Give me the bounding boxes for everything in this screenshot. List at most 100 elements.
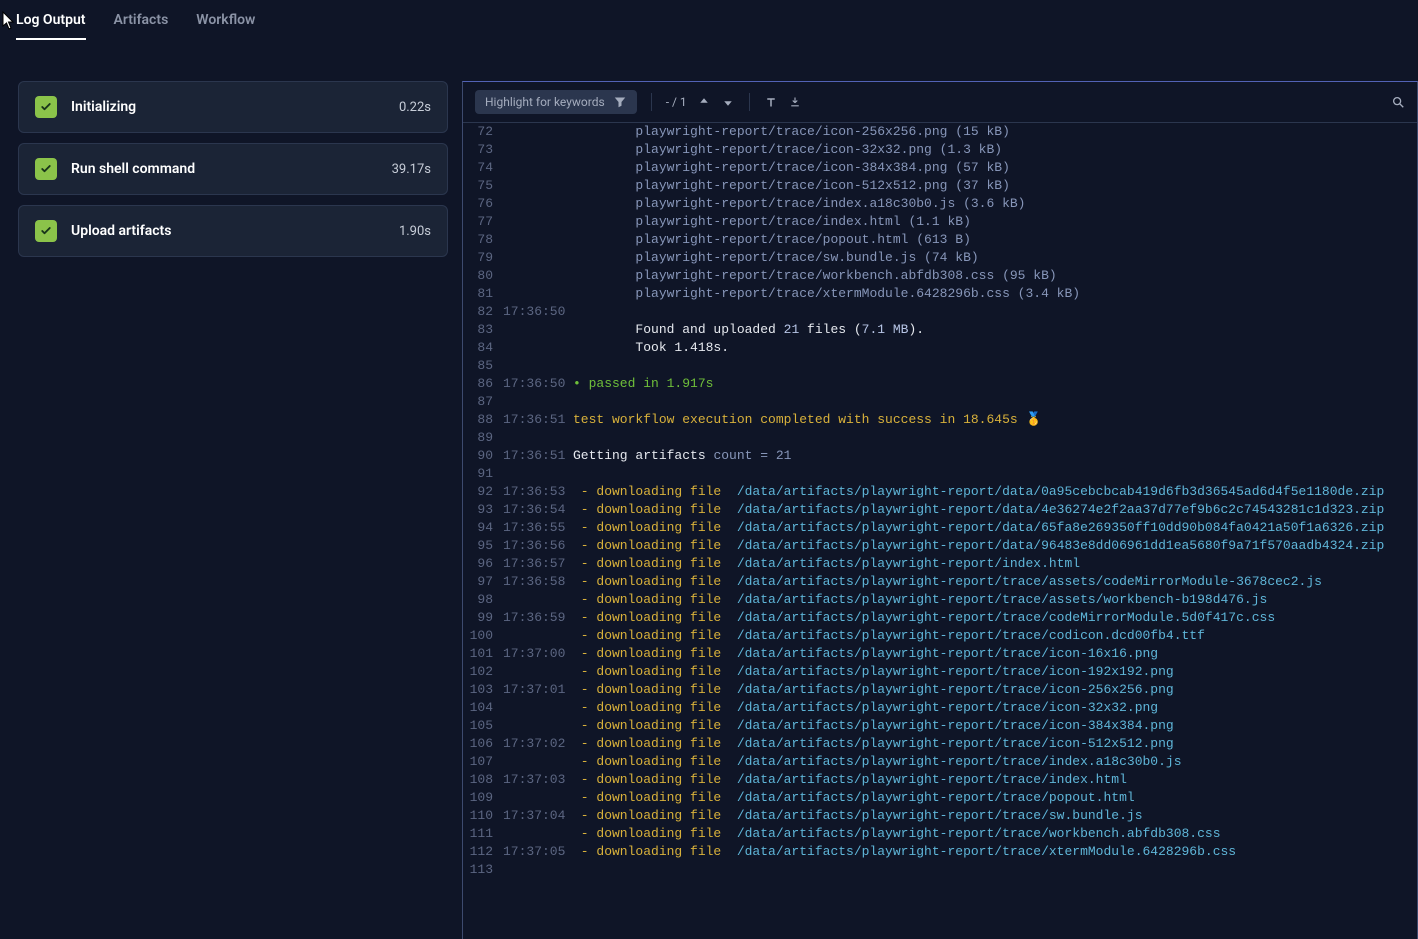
line-number: 107 xyxy=(463,753,503,771)
timestamp xyxy=(503,717,573,735)
log-content: - downloading file /data/artifacts/playw… xyxy=(573,501,1417,519)
step-item[interactable]: Run shell command39.17s xyxy=(18,143,448,195)
step-item[interactable]: Initializing0.22s xyxy=(18,81,448,133)
timestamp xyxy=(503,141,573,159)
line-number: 72 xyxy=(463,123,503,141)
tab-log-output[interactable]: Log Output xyxy=(16,12,86,40)
highlight-label: Highlight for keywords xyxy=(485,95,605,109)
log-content: - downloading file /data/artifacts/playw… xyxy=(573,627,1417,645)
log-line: 9417:36:55 - downloading file /data/arti… xyxy=(463,519,1417,537)
filter-icon xyxy=(613,95,627,109)
log-line: 10117:37:00 - downloading file /data/art… xyxy=(463,645,1417,663)
log-line: 9017:36:51Getting artifacts count = 21 xyxy=(463,447,1417,465)
log-content: test workflow execution completed with s… xyxy=(573,411,1417,429)
log-content: - downloading file /data/artifacts/playw… xyxy=(573,681,1417,699)
log-line: 75 playwright-report/trace/icon-512x512.… xyxy=(463,177,1417,195)
log-line: 98 - downloading file /data/artifacts/pl… xyxy=(463,591,1417,609)
line-number: 86 xyxy=(463,375,503,393)
line-number: 96 xyxy=(463,555,503,573)
line-number: 97 xyxy=(463,573,503,591)
log-toolbar: Highlight for keywords - / 1 xyxy=(463,82,1417,123)
log-content: - downloading file /data/artifacts/playw… xyxy=(573,807,1417,825)
log-line: 9217:36:53 - downloading file /data/arti… xyxy=(463,483,1417,501)
log-output-pane: Highlight for keywords - / 1 xyxy=(462,81,1418,939)
line-number: 92 xyxy=(463,483,503,501)
tab-workflow[interactable]: Workflow xyxy=(196,12,255,40)
log-line: 102 - downloading file /data/artifacts/p… xyxy=(463,663,1417,681)
timestamp xyxy=(503,285,573,303)
log-content: - downloading file /data/artifacts/playw… xyxy=(573,843,1417,861)
log-lines[interactable]: 72 playwright-report/trace/icon-256x256.… xyxy=(463,123,1417,939)
log-line: 78 playwright-report/trace/popout.html (… xyxy=(463,231,1417,249)
log-line: 73 playwright-report/trace/icon-32x32.pn… xyxy=(463,141,1417,159)
timestamp: 17:36:58 xyxy=(503,573,573,591)
log-line: 83 Found and uploaded 21 files (7.1 MB). xyxy=(463,321,1417,339)
timestamp: 17:36:51 xyxy=(503,447,573,465)
step-item[interactable]: Upload artifacts1.90s xyxy=(18,205,448,257)
log-content: - downloading file /data/artifacts/playw… xyxy=(573,555,1417,573)
log-content: playwright-report/trace/icon-32x32.png (… xyxy=(573,141,1417,159)
line-number: 110 xyxy=(463,807,503,825)
log-content: - downloading file /data/artifacts/playw… xyxy=(573,645,1417,663)
line-number: 98 xyxy=(463,591,503,609)
log-content: - downloading file /data/artifacts/playw… xyxy=(573,591,1417,609)
timestamp xyxy=(503,339,573,357)
timestamp: 17:36:55 xyxy=(503,519,573,537)
log-content: playwright-report/trace/icon-256x256.png… xyxy=(573,123,1417,141)
log-line: 9317:36:54 - downloading file /data/arti… xyxy=(463,501,1417,519)
line-number: 93 xyxy=(463,501,503,519)
timestamp xyxy=(503,231,573,249)
download-icon[interactable] xyxy=(788,95,802,109)
log-line: 111 - downloading file /data/artifacts/p… xyxy=(463,825,1417,843)
timestamp xyxy=(503,177,573,195)
text-format-icon[interactable] xyxy=(764,95,778,109)
highlight-keywords-button[interactable]: Highlight for keywords xyxy=(475,90,637,114)
line-number: 85 xyxy=(463,357,503,375)
timestamp xyxy=(503,699,573,717)
line-number: 109 xyxy=(463,789,503,807)
log-content: - downloading file /data/artifacts/playw… xyxy=(573,753,1417,771)
line-number: 111 xyxy=(463,825,503,843)
log-line: 11217:37:05 - downloading file /data/art… xyxy=(463,843,1417,861)
timestamp xyxy=(503,393,573,411)
log-line: 81 playwright-report/trace/xtermModule.6… xyxy=(463,285,1417,303)
log-content: playwright-report/trace/workbench.abfdb3… xyxy=(573,267,1417,285)
line-number: 103 xyxy=(463,681,503,699)
line-number: 76 xyxy=(463,195,503,213)
log-line: 85 xyxy=(463,357,1417,375)
log-content: Found and uploaded 21 files (7.1 MB). xyxy=(573,321,1417,339)
search-icon[interactable] xyxy=(1391,95,1405,109)
log-line: 10317:37:01 - downloading file /data/art… xyxy=(463,681,1417,699)
line-number: 81 xyxy=(463,285,503,303)
log-content: - downloading file /data/artifacts/playw… xyxy=(573,483,1417,501)
prev-match-icon[interactable] xyxy=(697,95,711,109)
timestamp: 17:37:00 xyxy=(503,645,573,663)
log-content: - downloading file /data/artifacts/playw… xyxy=(573,663,1417,681)
line-number: 80 xyxy=(463,267,503,285)
match-counter: - / 1 xyxy=(666,95,687,109)
timestamp xyxy=(503,789,573,807)
success-check-icon xyxy=(35,96,57,118)
log-content: - downloading file /data/artifacts/playw… xyxy=(573,825,1417,843)
timestamp: 17:36:51 xyxy=(503,411,573,429)
timestamp: 17:37:01 xyxy=(503,681,573,699)
log-content: playwright-report/trace/xtermModule.6428… xyxy=(573,285,1417,303)
log-content: playwright-report/trace/popout.html (613… xyxy=(573,231,1417,249)
line-number: 87 xyxy=(463,393,503,411)
timestamp xyxy=(503,825,573,843)
timestamp: 17:36:50 xyxy=(503,303,573,321)
line-number: 94 xyxy=(463,519,503,537)
step-list: Initializing0.22s Run shell command39.17s… xyxy=(18,81,448,939)
step-label: Initializing xyxy=(71,99,385,115)
line-number: 77 xyxy=(463,213,503,231)
line-number: 75 xyxy=(463,177,503,195)
tab-artifacts[interactable]: Artifacts xyxy=(114,12,169,40)
next-match-icon[interactable] xyxy=(721,95,735,109)
timestamp xyxy=(503,213,573,231)
timestamp: 17:36:53 xyxy=(503,483,573,501)
line-number: 104 xyxy=(463,699,503,717)
log-line: 10617:37:02 - downloading file /data/art… xyxy=(463,735,1417,753)
line-number: 78 xyxy=(463,231,503,249)
line-number: 108 xyxy=(463,771,503,789)
log-content: playwright-report/trace/icon-512x512.png… xyxy=(573,177,1417,195)
